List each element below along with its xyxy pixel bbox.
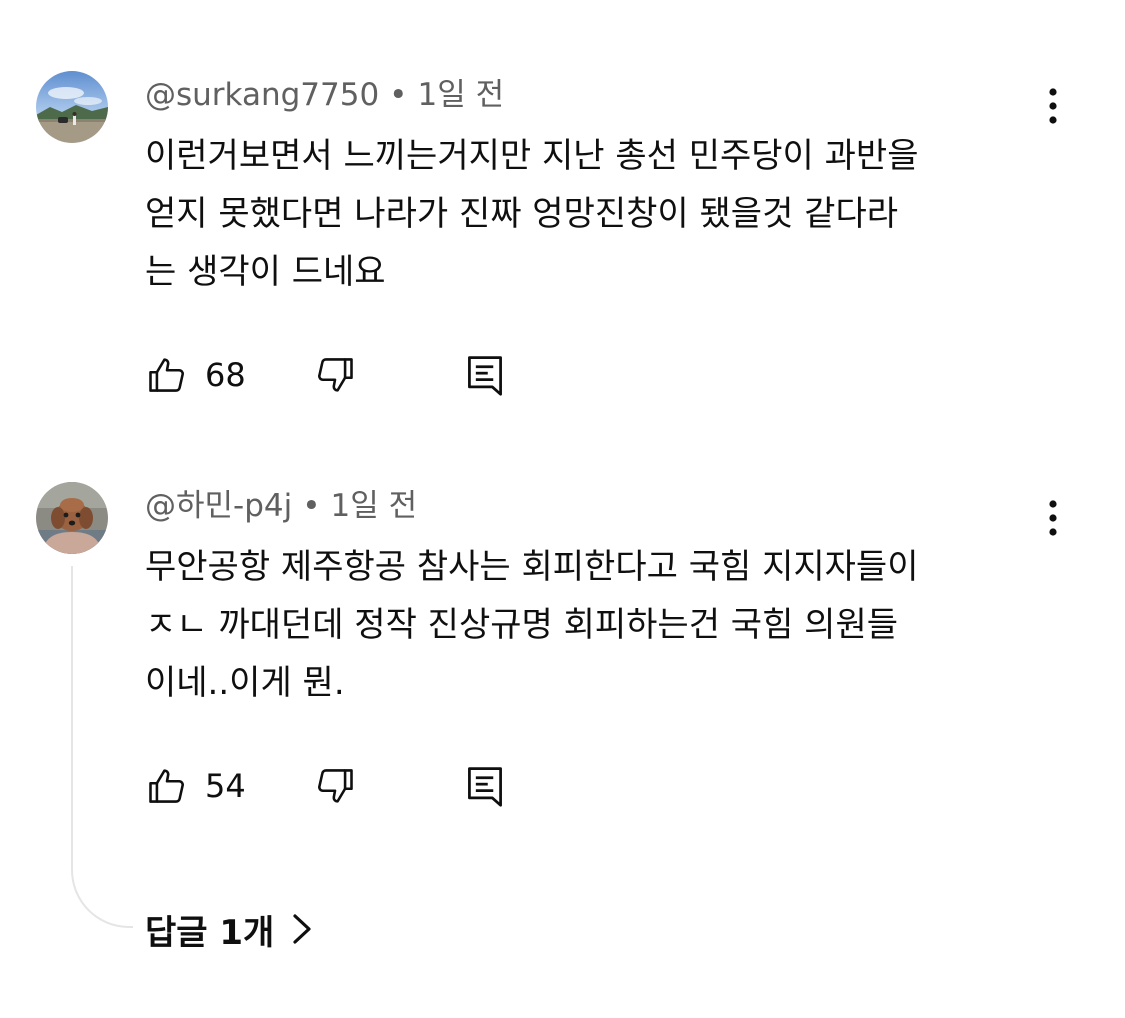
thumbs-down-icon	[318, 769, 353, 803]
comment-meta: @surkang7750 • 1일 전	[145, 75, 504, 115]
thumbs-up-icon	[149, 769, 184, 803]
author-handle[interactable]: @하민-p4j	[145, 488, 292, 524]
reply-button[interactable]	[463, 761, 507, 811]
replies-count-label: 답글 1개	[145, 912, 275, 953]
comment-timestamp[interactable]: 1일 전	[331, 488, 418, 524]
more-options-button[interactable]	[1038, 84, 1068, 128]
comment-actions: 54	[145, 761, 545, 811]
thumbs-up-icon	[149, 358, 184, 392]
like-count: 68	[205, 356, 246, 394]
comment-timestamp[interactable]: 1일 전	[417, 77, 504, 113]
dislike-button[interactable]	[313, 761, 357, 811]
avatar[interactable]	[36, 71, 108, 143]
dog-photo-avatar	[36, 482, 108, 554]
comment-icon	[468, 767, 502, 807]
meta-separator: •	[302, 488, 321, 524]
thumbs-down-icon	[318, 358, 353, 392]
more-vertical-icon	[1049, 88, 1057, 124]
comment-actions: 68	[145, 350, 545, 400]
avatar[interactable]	[36, 482, 108, 554]
like-button[interactable]: 68	[145, 350, 246, 400]
author-handle[interactable]: @surkang7750	[145, 77, 379, 113]
landscape-photo-avatar	[36, 71, 108, 143]
like-button[interactable]: 54	[145, 761, 246, 811]
meta-separator: •	[389, 77, 408, 113]
comment-icon	[468, 356, 502, 396]
comment-text: 이런거보면서 느끼는거지만 지난 총선 민주당이 과반을 얻지 못했다면 나라가…	[145, 136, 919, 292]
comment-text: 무안공항 제주항공 참사는 회피한다고 국힘 지지자들이 ㅈㄴ 까대던데 정작 …	[145, 547, 919, 703]
like-count: 54	[205, 767, 246, 805]
view-replies-button[interactable]: 답글 1개	[145, 904, 316, 954]
comment-meta: @하민-p4j • 1일 전	[145, 486, 417, 526]
reply-thread-connector	[71, 566, 133, 928]
dislike-button[interactable]	[313, 350, 357, 400]
more-options-button[interactable]	[1038, 496, 1068, 540]
more-vertical-icon	[1049, 500, 1057, 536]
reply-button[interactable]	[463, 350, 507, 400]
chevron-right-icon	[293, 914, 311, 944]
